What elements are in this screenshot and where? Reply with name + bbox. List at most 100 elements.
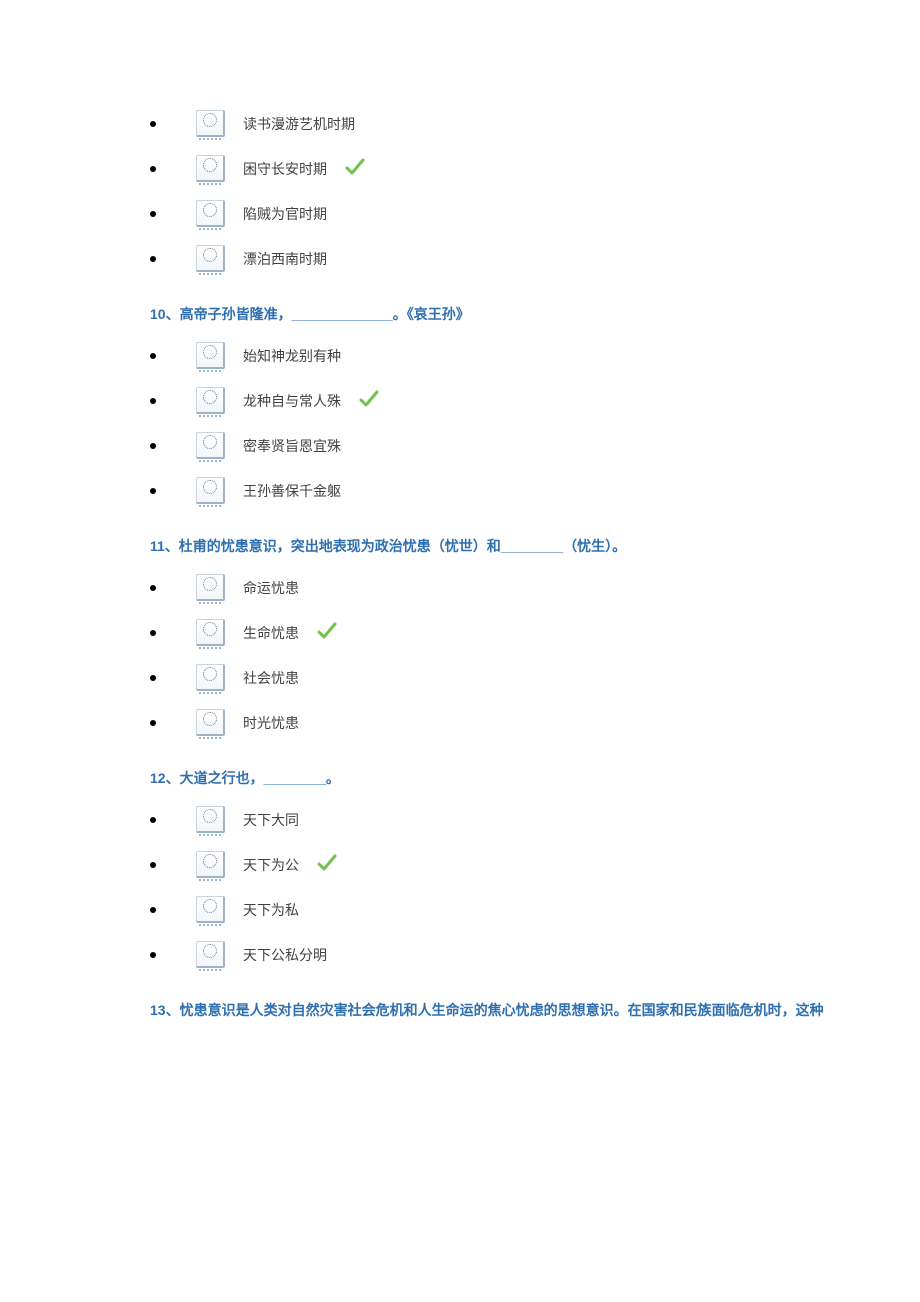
radio-dot-icon — [203, 667, 217, 681]
correct-check-icon — [317, 854, 337, 875]
option-row: 龙种自与常人殊 — [150, 387, 920, 414]
question-block-10: 始知神龙别有种 龙种自与常人殊 密奉贤旨恩宜殊 王孙善保千金躯 — [150, 342, 920, 504]
bullet-icon — [150, 166, 156, 172]
radio-dot-icon — [203, 809, 217, 823]
underline-decoration — [199, 457, 221, 462]
radio-button[interactable] — [196, 806, 225, 833]
bullet-icon — [150, 353, 156, 359]
option-row: 密奉贤旨恩宜殊 — [150, 432, 920, 459]
option-text: 天下公私分明 — [243, 945, 327, 965]
radio-dot-icon — [203, 480, 217, 494]
radio-dot-icon — [203, 248, 217, 262]
bullet-icon — [150, 211, 156, 217]
radio-dot-icon — [203, 712, 217, 726]
bullet-icon — [150, 256, 156, 262]
option-text: 天下为私 — [243, 900, 299, 920]
underline-decoration — [199, 644, 221, 649]
radio-button[interactable] — [196, 432, 225, 459]
bullet-icon — [150, 630, 156, 636]
radio-button[interactable] — [196, 619, 225, 646]
radio-button[interactable] — [196, 851, 225, 878]
option-row: 命运忧患 — [150, 574, 920, 601]
option-row: 漂泊西南时期 — [150, 245, 920, 272]
underline-decoration — [199, 831, 221, 836]
option-row: 陷贼为官时期 — [150, 200, 920, 227]
underline-decoration — [199, 367, 221, 372]
bullet-icon — [150, 121, 156, 127]
option-row: 读书漫游艺机时期 — [150, 110, 920, 137]
radio-dot-icon — [203, 854, 217, 868]
option-row: 生命忧患 — [150, 619, 920, 646]
option-text: 始知神龙别有种 — [243, 346, 341, 366]
radio-button[interactable] — [196, 574, 225, 601]
underline-decoration — [199, 599, 221, 604]
option-row: 社会忧患 — [150, 664, 920, 691]
option-row: 天下公私分明 — [150, 941, 920, 968]
radio-dot-icon — [203, 899, 217, 913]
underline-decoration — [199, 225, 221, 230]
option-text: 生命忧患 — [243, 623, 299, 643]
option-row: 天下大同 — [150, 806, 920, 833]
question-block-9: 读书漫游艺机时期 困守长安时期 陷贼为官时期 漂泊西南时期 — [150, 110, 920, 272]
radio-dot-icon — [203, 390, 217, 404]
option-text: 时光忧患 — [243, 713, 299, 733]
option-row: 始知神龙别有种 — [150, 342, 920, 369]
bullet-icon — [150, 488, 156, 494]
underline-decoration — [199, 502, 221, 507]
correct-check-icon — [317, 622, 337, 643]
radio-dot-icon — [203, 203, 217, 217]
option-text: 龙种自与常人殊 — [243, 391, 341, 411]
radio-button[interactable] — [196, 387, 225, 414]
correct-check-icon — [345, 158, 365, 179]
radio-button[interactable] — [196, 200, 225, 227]
option-text: 王孙善保千金躯 — [243, 481, 341, 501]
option-text: 命运忧患 — [243, 578, 299, 598]
underline-decoration — [199, 689, 221, 694]
radio-button[interactable] — [196, 245, 225, 272]
radio-button[interactable] — [196, 941, 225, 968]
question-title-12: 12、大道之行也，________。 — [150, 768, 920, 788]
underline-decoration — [199, 921, 221, 926]
radio-button[interactable] — [196, 155, 225, 182]
underline-decoration — [199, 734, 221, 739]
radio-button[interactable] — [196, 896, 225, 923]
radio-dot-icon — [203, 113, 217, 127]
underline-decoration — [199, 966, 221, 971]
option-text: 陷贼为官时期 — [243, 204, 327, 224]
underline-decoration — [199, 270, 221, 275]
option-row: 王孙善保千金躯 — [150, 477, 920, 504]
radio-button[interactable] — [196, 110, 225, 137]
option-text: 读书漫游艺机时期 — [243, 114, 355, 134]
radio-button[interactable] — [196, 477, 225, 504]
option-row: 天下为私 — [150, 896, 920, 923]
radio-dot-icon — [203, 622, 217, 636]
question-title-11: 11、杜甫的忧患意识，突出地表现为政治忧患（忧世）和________（忧生）。 — [150, 536, 920, 556]
radio-dot-icon — [203, 944, 217, 958]
correct-check-icon — [359, 390, 379, 411]
bullet-icon — [150, 952, 156, 958]
option-text: 漂泊西南时期 — [243, 249, 327, 269]
option-row: 天下为公 — [150, 851, 920, 878]
bullet-icon — [150, 720, 156, 726]
option-text: 天下为公 — [243, 855, 299, 875]
bullet-icon — [150, 585, 156, 591]
option-text: 社会忧患 — [243, 668, 299, 688]
question-title-10: 10、高帝子孙皆隆准，_____________。《哀王孙》 — [150, 304, 920, 324]
question-block-12: 天下大同 天下为公 天下为私 天下公私分明 — [150, 806, 920, 968]
bullet-icon — [150, 398, 156, 404]
option-text: 困守长安时期 — [243, 159, 327, 179]
underline-decoration — [199, 135, 221, 140]
question-title-13: 13、忧患意识是人类对自然灾害社会危机和人生命运的焦心忧虑的思想意识。在国家和民… — [150, 1000, 920, 1020]
bullet-icon — [150, 862, 156, 868]
option-row: 困守长安时期 — [150, 155, 920, 182]
radio-dot-icon — [203, 435, 217, 449]
radio-button[interactable] — [196, 664, 225, 691]
bullet-icon — [150, 817, 156, 823]
underline-decoration — [199, 180, 221, 185]
underline-decoration — [199, 412, 221, 417]
radio-button[interactable] — [196, 709, 225, 736]
underline-decoration — [199, 876, 221, 881]
radio-button[interactable] — [196, 342, 225, 369]
bullet-icon — [150, 443, 156, 449]
radio-dot-icon — [203, 577, 217, 591]
